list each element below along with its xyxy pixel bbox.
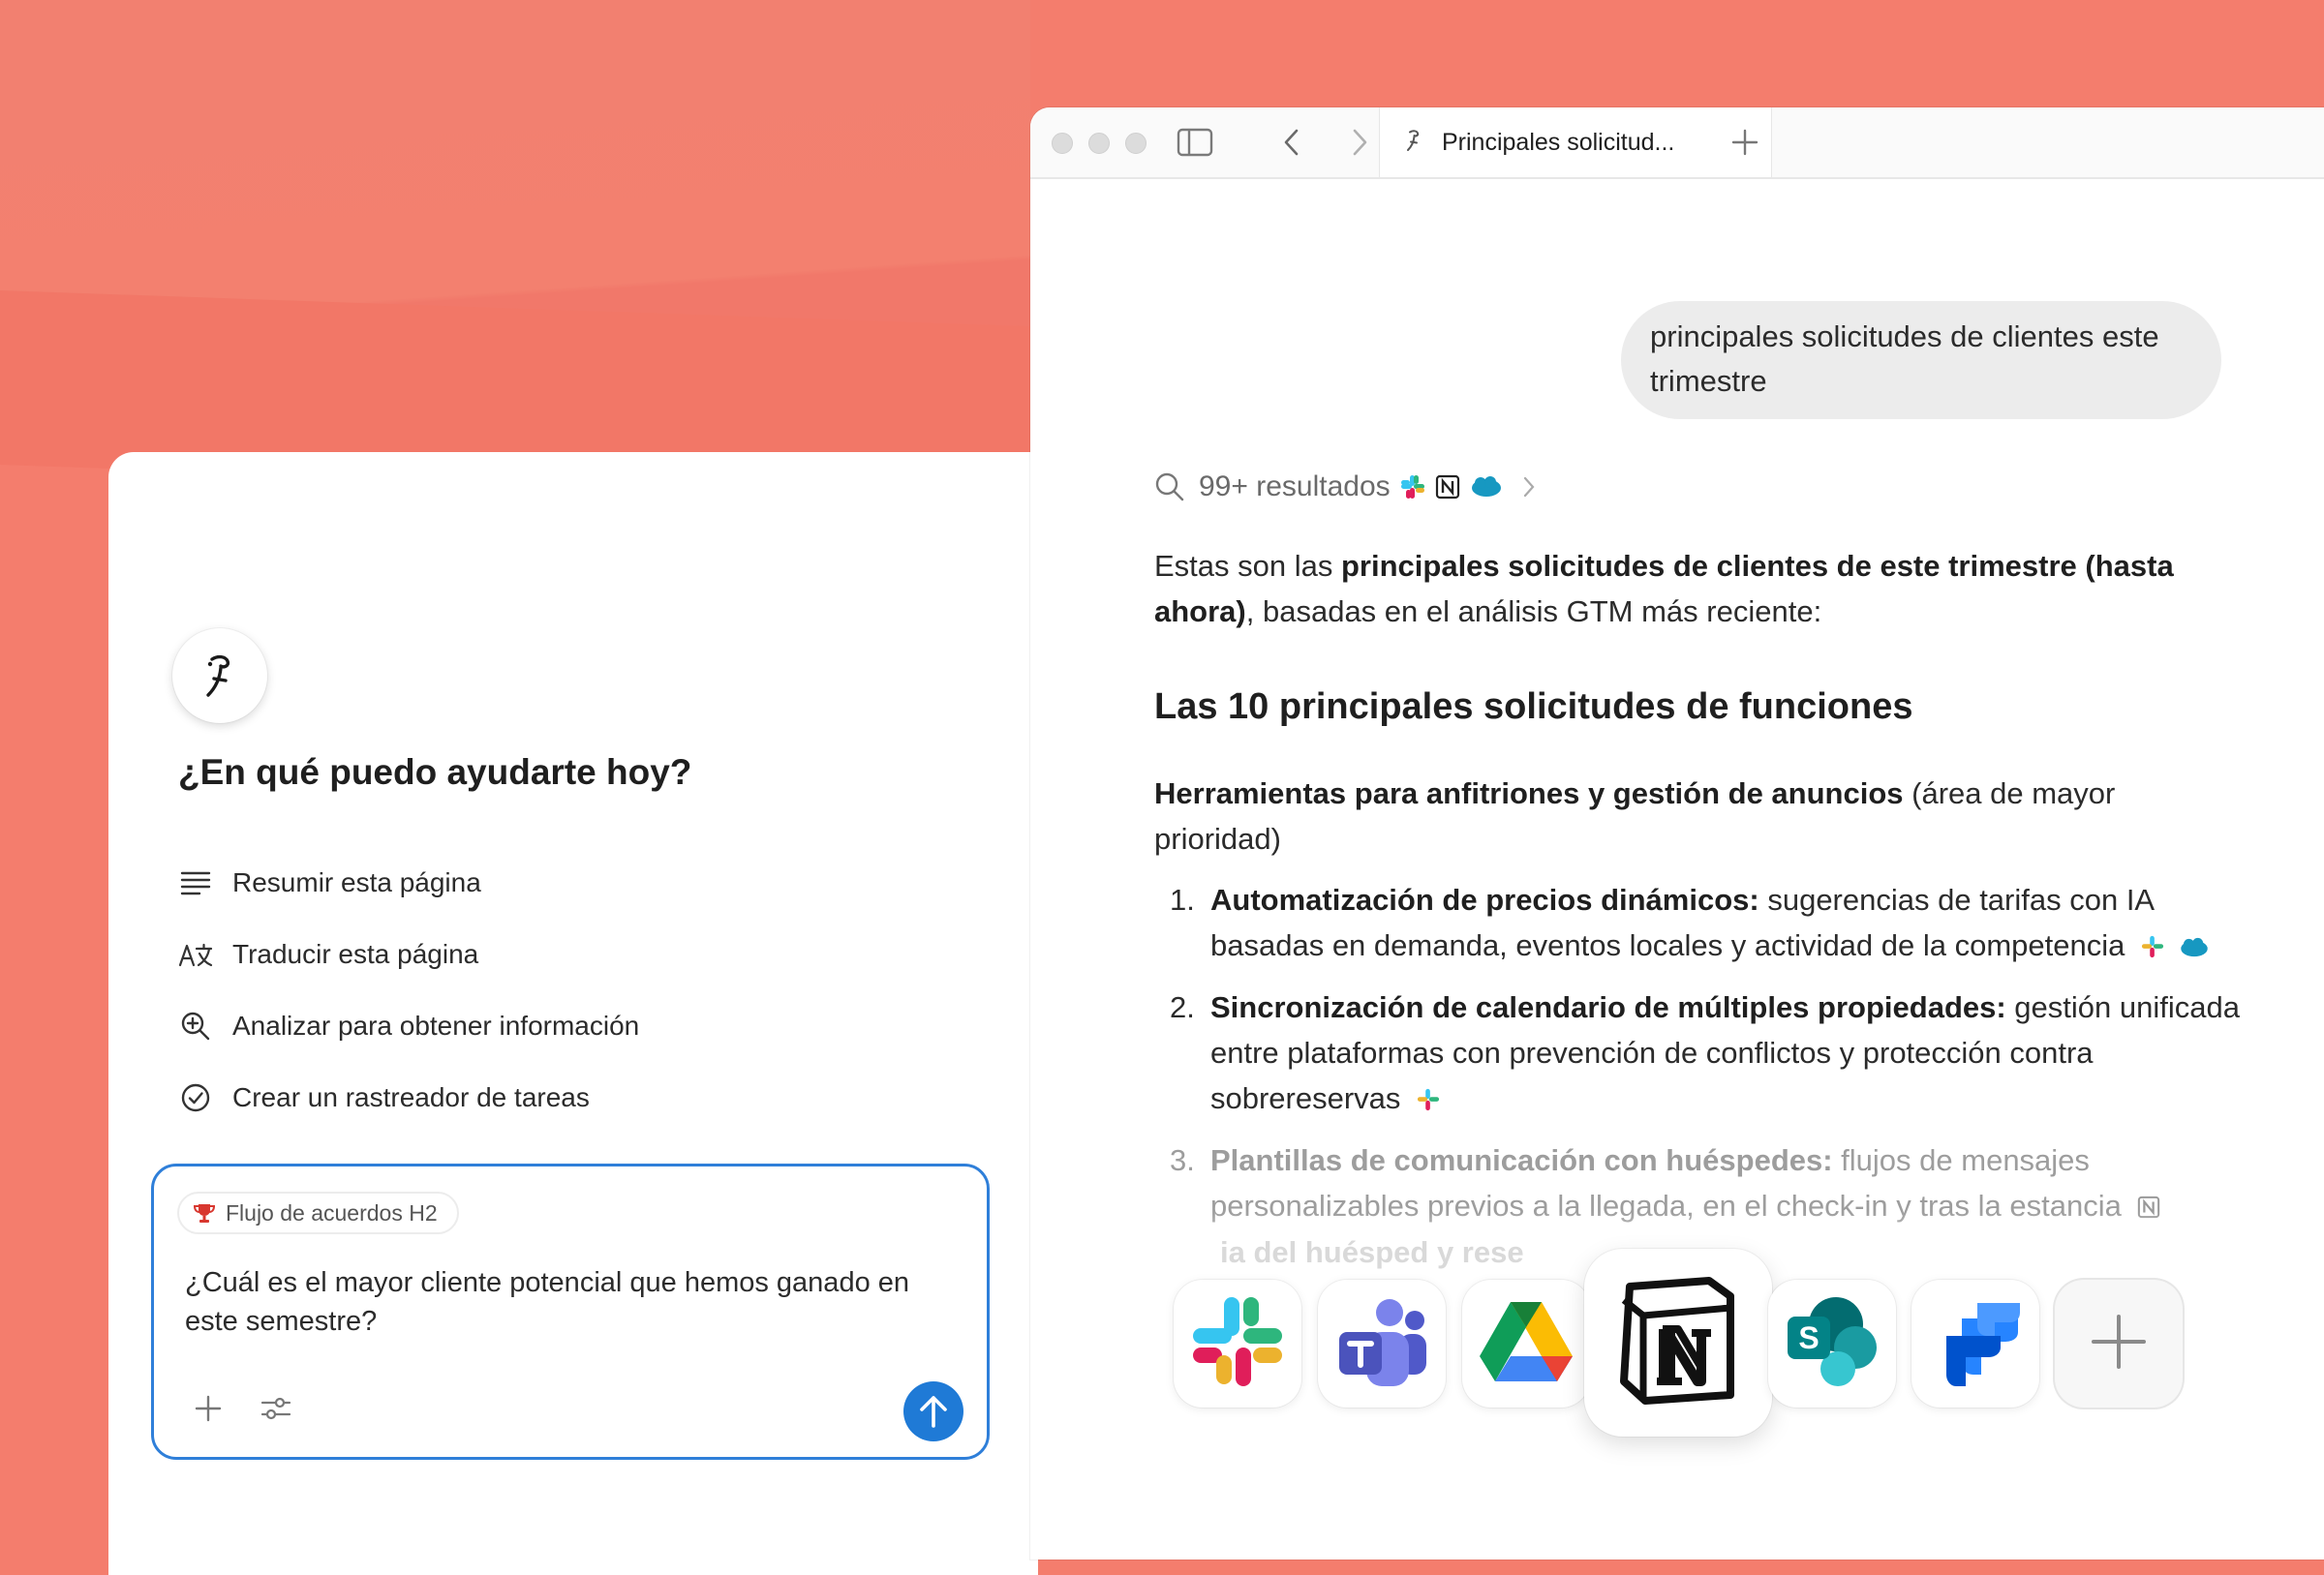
- search-results-toggle[interactable]: 99+ resultados: [1154, 468, 1536, 506]
- slack-icon: [2141, 925, 2164, 971]
- section-title: Herramientas para anfitriones y gestión …: [1154, 771, 2219, 862]
- google-drive-app-button[interactable]: [1462, 1280, 1590, 1408]
- chevron-right-icon: [1522, 475, 1536, 499]
- feature-request-list: 1. Automatización de precios dinámicos: …: [1154, 877, 2258, 1245]
- list-number: 2.: [1170, 990, 1195, 1024]
- answer-intro: Estas son las principales solicitudes de…: [1154, 543, 2258, 634]
- back-chevron-icon[interactable]: [1272, 123, 1311, 162]
- answer-intro-prefix: Estas son las: [1154, 549, 1341, 583]
- salesforce-icon: [2179, 925, 2210, 971]
- lines-icon: [178, 865, 213, 900]
- results-count: 99+ resultados: [1199, 470, 1391, 502]
- list-number: 3.: [1170, 1143, 1195, 1177]
- list-number: 1.: [1170, 883, 1195, 917]
- list-item-title: Automatización de precios dinámicos:: [1210, 883, 1759, 917]
- list-item: 1. Automatización de precios dinámicos: …: [1154, 877, 2258, 971]
- slack-icon: [1400, 474, 1425, 500]
- slack-app-button[interactable]: [1174, 1280, 1301, 1408]
- notion-app-button[interactable]: [1584, 1249, 1772, 1437]
- answer-intro-suffix: , basadas en el análisis GTM más recient…: [1245, 594, 1822, 628]
- composer-input[interactable]: ¿Cuál es el mayor cliente potencial que …: [185, 1263, 960, 1341]
- forward-chevron-icon[interactable]: [1340, 123, 1379, 162]
- list-item-title: Sincronización de calendario de múltiple…: [1210, 990, 2006, 1024]
- sharepoint-app-button[interactable]: S: [1768, 1280, 1896, 1408]
- assistant-panel: ¿En qué puedo ayudarte hoy? Resumir esta…: [108, 452, 1038, 1575]
- zoom-in-icon: [178, 1009, 213, 1044]
- suggestion-label: Crear un rastreador de tareas: [232, 1082, 590, 1112]
- plus-icon: [2090, 1313, 2148, 1376]
- greeting-heading: ¿En qué puedo ayudarte hoy?: [178, 752, 692, 792]
- notion-icon: [1610, 1273, 1746, 1413]
- suggestion-summarize[interactable]: Resumir esta página: [178, 847, 639, 919]
- minimize-window-button[interactable]: [1088, 133, 1110, 154]
- search-icon: [1154, 471, 1185, 502]
- salesforce-icon: [1470, 475, 1503, 499]
- teams-icon: [1333, 1293, 1430, 1395]
- slack-icon: [1417, 1078, 1440, 1124]
- jira-app-button[interactable]: [1911, 1280, 2039, 1408]
- user-message-bubble: principales solicitudes de clientes este…: [1621, 301, 2221, 419]
- google-drive-icon: [1478, 1298, 1575, 1390]
- add-integration-button[interactable]: [2055, 1280, 2183, 1408]
- send-button[interactable]: [903, 1381, 963, 1441]
- suggestion-label: Traducir esta página: [232, 939, 479, 969]
- assistant-tab-icon: [1399, 126, 1428, 160]
- teams-app-button[interactable]: [1318, 1280, 1446, 1408]
- context-chip-label: Flujo de acuerdos H2: [226, 1199, 438, 1226]
- assistant-logo-icon: [172, 628, 267, 723]
- svg-text:S: S: [1798, 1320, 1819, 1355]
- context-chip[interactable]: Flujo de acuerdos H2: [177, 1192, 459, 1234]
- notion-icon: [1435, 474, 1460, 500]
- message-composer[interactable]: Flujo de acuerdos H2 ¿Cuál es el mayor c…: [151, 1164, 990, 1460]
- list-item-title: Plantillas de comunicación con huéspedes…: [1210, 1143, 1833, 1177]
- close-window-button[interactable]: [1052, 133, 1073, 154]
- slack-icon: [1189, 1293, 1286, 1395]
- attach-plus-button[interactable]: [189, 1389, 228, 1428]
- sidebar-toggle-icon[interactable]: [1176, 123, 1214, 162]
- check-circle-icon: [178, 1080, 213, 1115]
- suggestion-list: Resumir esta página Traducir esta página…: [178, 847, 639, 1134]
- settings-sliders-button[interactable]: [257, 1389, 295, 1428]
- list-item: 2. Sincronización de calendario de múlti…: [1154, 984, 2258, 1124]
- answer-heading: Las 10 principales solicitudes de funcio…: [1154, 686, 1913, 727]
- browser-toolbar: Principales solicitud...: [1030, 107, 2324, 179]
- section-title-bold: Herramientas para anfitriones y gestión …: [1154, 776, 1904, 810]
- new-tab-plus-icon[interactable]: [1726, 123, 1764, 162]
- suggestion-analyze[interactable]: Analizar para obtener información: [178, 990, 639, 1062]
- translate-icon: [178, 937, 213, 972]
- trophy-icon: [193, 1201, 216, 1225]
- tab-active[interactable]: Principales solicitud...: [1379, 107, 1772, 177]
- suggestion-label: Resumir esta página: [232, 867, 481, 897]
- faded-ghost-text: ia del huésped y rese: [1220, 1235, 1524, 1269]
- jira-icon: [1927, 1293, 2024, 1395]
- tab-title: Principales solicitud...: [1442, 128, 1675, 156]
- zoom-window-button[interactable]: [1125, 133, 1147, 154]
- suggestion-label: Analizar para obtener información: [232, 1011, 640, 1041]
- sharepoint-icon: S: [1784, 1293, 1881, 1395]
- suggestion-translate[interactable]: Traducir esta página: [178, 919, 639, 990]
- suggestion-tracker[interactable]: Crear un rastreador de tareas: [178, 1062, 639, 1134]
